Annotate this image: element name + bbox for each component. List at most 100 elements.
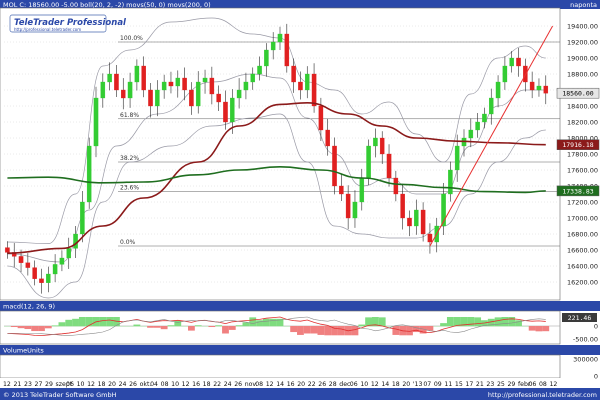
macd-bar — [10, 326, 18, 328]
x-tick-label: 08 — [539, 381, 547, 388]
y-tick-label: 19000.00 — [567, 55, 598, 63]
macd-bar — [153, 326, 161, 328]
macd-value-label: 221.46 — [568, 314, 592, 322]
macd-bar — [256, 320, 263, 327]
macd-bar — [24, 326, 32, 330]
candle-body — [148, 89, 153, 107]
macd-bar — [188, 326, 195, 331]
candle-body — [393, 177, 399, 195]
period-label: napontа — [570, 1, 597, 9]
volume-tick-label: 0 — [594, 373, 598, 381]
y-tick-label: 17800.00 — [567, 151, 598, 159]
candle-body — [66, 248, 72, 259]
macd-bar — [72, 318, 79, 327]
candle-body — [243, 81, 249, 91]
macd-bar — [290, 326, 298, 333]
macd-bar — [99, 317, 107, 327]
macd-bar — [378, 317, 386, 327]
x-tick-label: 06 — [528, 381, 536, 388]
candle-body — [427, 233, 433, 243]
candle-body — [332, 145, 337, 187]
price-badge-label: 17916.18 — [562, 141, 593, 149]
footer-url: http://professional.teletrader.com — [488, 391, 597, 399]
candle-body — [107, 73, 112, 83]
macd-bar — [106, 317, 114, 327]
x-tick-label: 20 — [402, 381, 410, 388]
candle-body — [202, 77, 208, 83]
macd-bar — [215, 325, 223, 327]
macd-bar — [38, 326, 45, 332]
macd-bar — [58, 322, 66, 327]
candle-body — [509, 57, 514, 67]
candle-body — [216, 93, 221, 103]
x-tick-label: 14 — [276, 381, 284, 388]
fib-label: 0.0% — [120, 239, 136, 246]
candle-body — [155, 89, 160, 107]
candle-body — [325, 129, 330, 147]
chart-window: 100.0% 61.8% 38.2% 23.6% 0.0% 16200.00 16400.… — [0, 0, 600, 400]
candle-body — [454, 145, 460, 171]
candle-body — [502, 65, 508, 83]
macd-bar — [528, 326, 536, 331]
candle-body — [414, 209, 419, 227]
y-tick-label: 19200.00 — [567, 39, 598, 47]
x-tick-label: 08 — [161, 381, 169, 388]
macd-bar — [242, 322, 250, 327]
volume-tick-label: 300000 — [573, 356, 598, 364]
volume-header-bar — [0, 345, 600, 355]
candle-body — [223, 101, 228, 123]
x-tick-label: 22 — [213, 381, 221, 388]
candle-body — [209, 77, 215, 95]
macd-bar — [351, 326, 359, 336]
x-tick-label: 29 — [507, 381, 515, 388]
candle-body — [161, 81, 167, 91]
x-tick-label: 24 — [224, 381, 232, 388]
candle-body — [304, 73, 310, 91]
macd-bar — [208, 326, 216, 328]
x-tick-label: 17 — [465, 381, 473, 388]
y-tick-label: 16800.00 — [567, 231, 598, 239]
macd-bar — [65, 319, 73, 327]
y-tick-label: 18200.00 — [567, 119, 598, 127]
macd-bar — [446, 317, 454, 327]
candle-body — [18, 256, 24, 263]
x-tick-label: 26 — [129, 381, 137, 388]
candle-body — [529, 81, 535, 91]
candle-body — [468, 129, 474, 139]
macd-bar — [147, 326, 154, 328]
candle-body — [141, 65, 146, 91]
x-tick-label: '13 — [413, 381, 423, 388]
x-tick-label: 28 — [329, 381, 337, 388]
y-tick-label: 17200.00 — [567, 199, 598, 207]
candle-body — [379, 137, 385, 155]
x-tick-label: 12 — [266, 381, 274, 388]
x-tick-label: 18 — [98, 381, 106, 388]
x-tick-label: 12 — [3, 381, 11, 388]
header-symbol-line: MOL C: 18560.00 -5.00 boll(20, 2, -2) mo… — [3, 1, 211, 9]
candle-body — [114, 73, 119, 91]
macd-bar — [535, 326, 543, 332]
candle-body — [93, 97, 99, 147]
candle-body — [359, 177, 365, 203]
candle-body — [230, 97, 235, 123]
x-tick-label: 11 — [444, 381, 452, 388]
macd-bar — [133, 324, 141, 327]
macd-bar — [194, 325, 202, 327]
macd-bar — [392, 326, 400, 335]
price-badge-label: 18560.00 — [562, 90, 593, 98]
candle-body — [86, 145, 92, 203]
x-tick-label: 26 — [318, 381, 326, 388]
y-tick-label: 18800.00 — [567, 71, 598, 79]
candle-body — [25, 262, 31, 268]
macd-bar — [467, 317, 475, 327]
candle-body — [516, 57, 521, 67]
macd-bar — [324, 326, 332, 336]
macd-bar — [269, 318, 277, 327]
candle-body — [250, 73, 256, 83]
candle-body — [32, 267, 37, 279]
macd-bar — [310, 326, 318, 334]
x-tick-label: 21 — [14, 381, 22, 388]
candle-body — [420, 209, 426, 235]
candle-body — [311, 73, 317, 107]
macd-title: macd(12, 26, 9) — [3, 303, 55, 311]
